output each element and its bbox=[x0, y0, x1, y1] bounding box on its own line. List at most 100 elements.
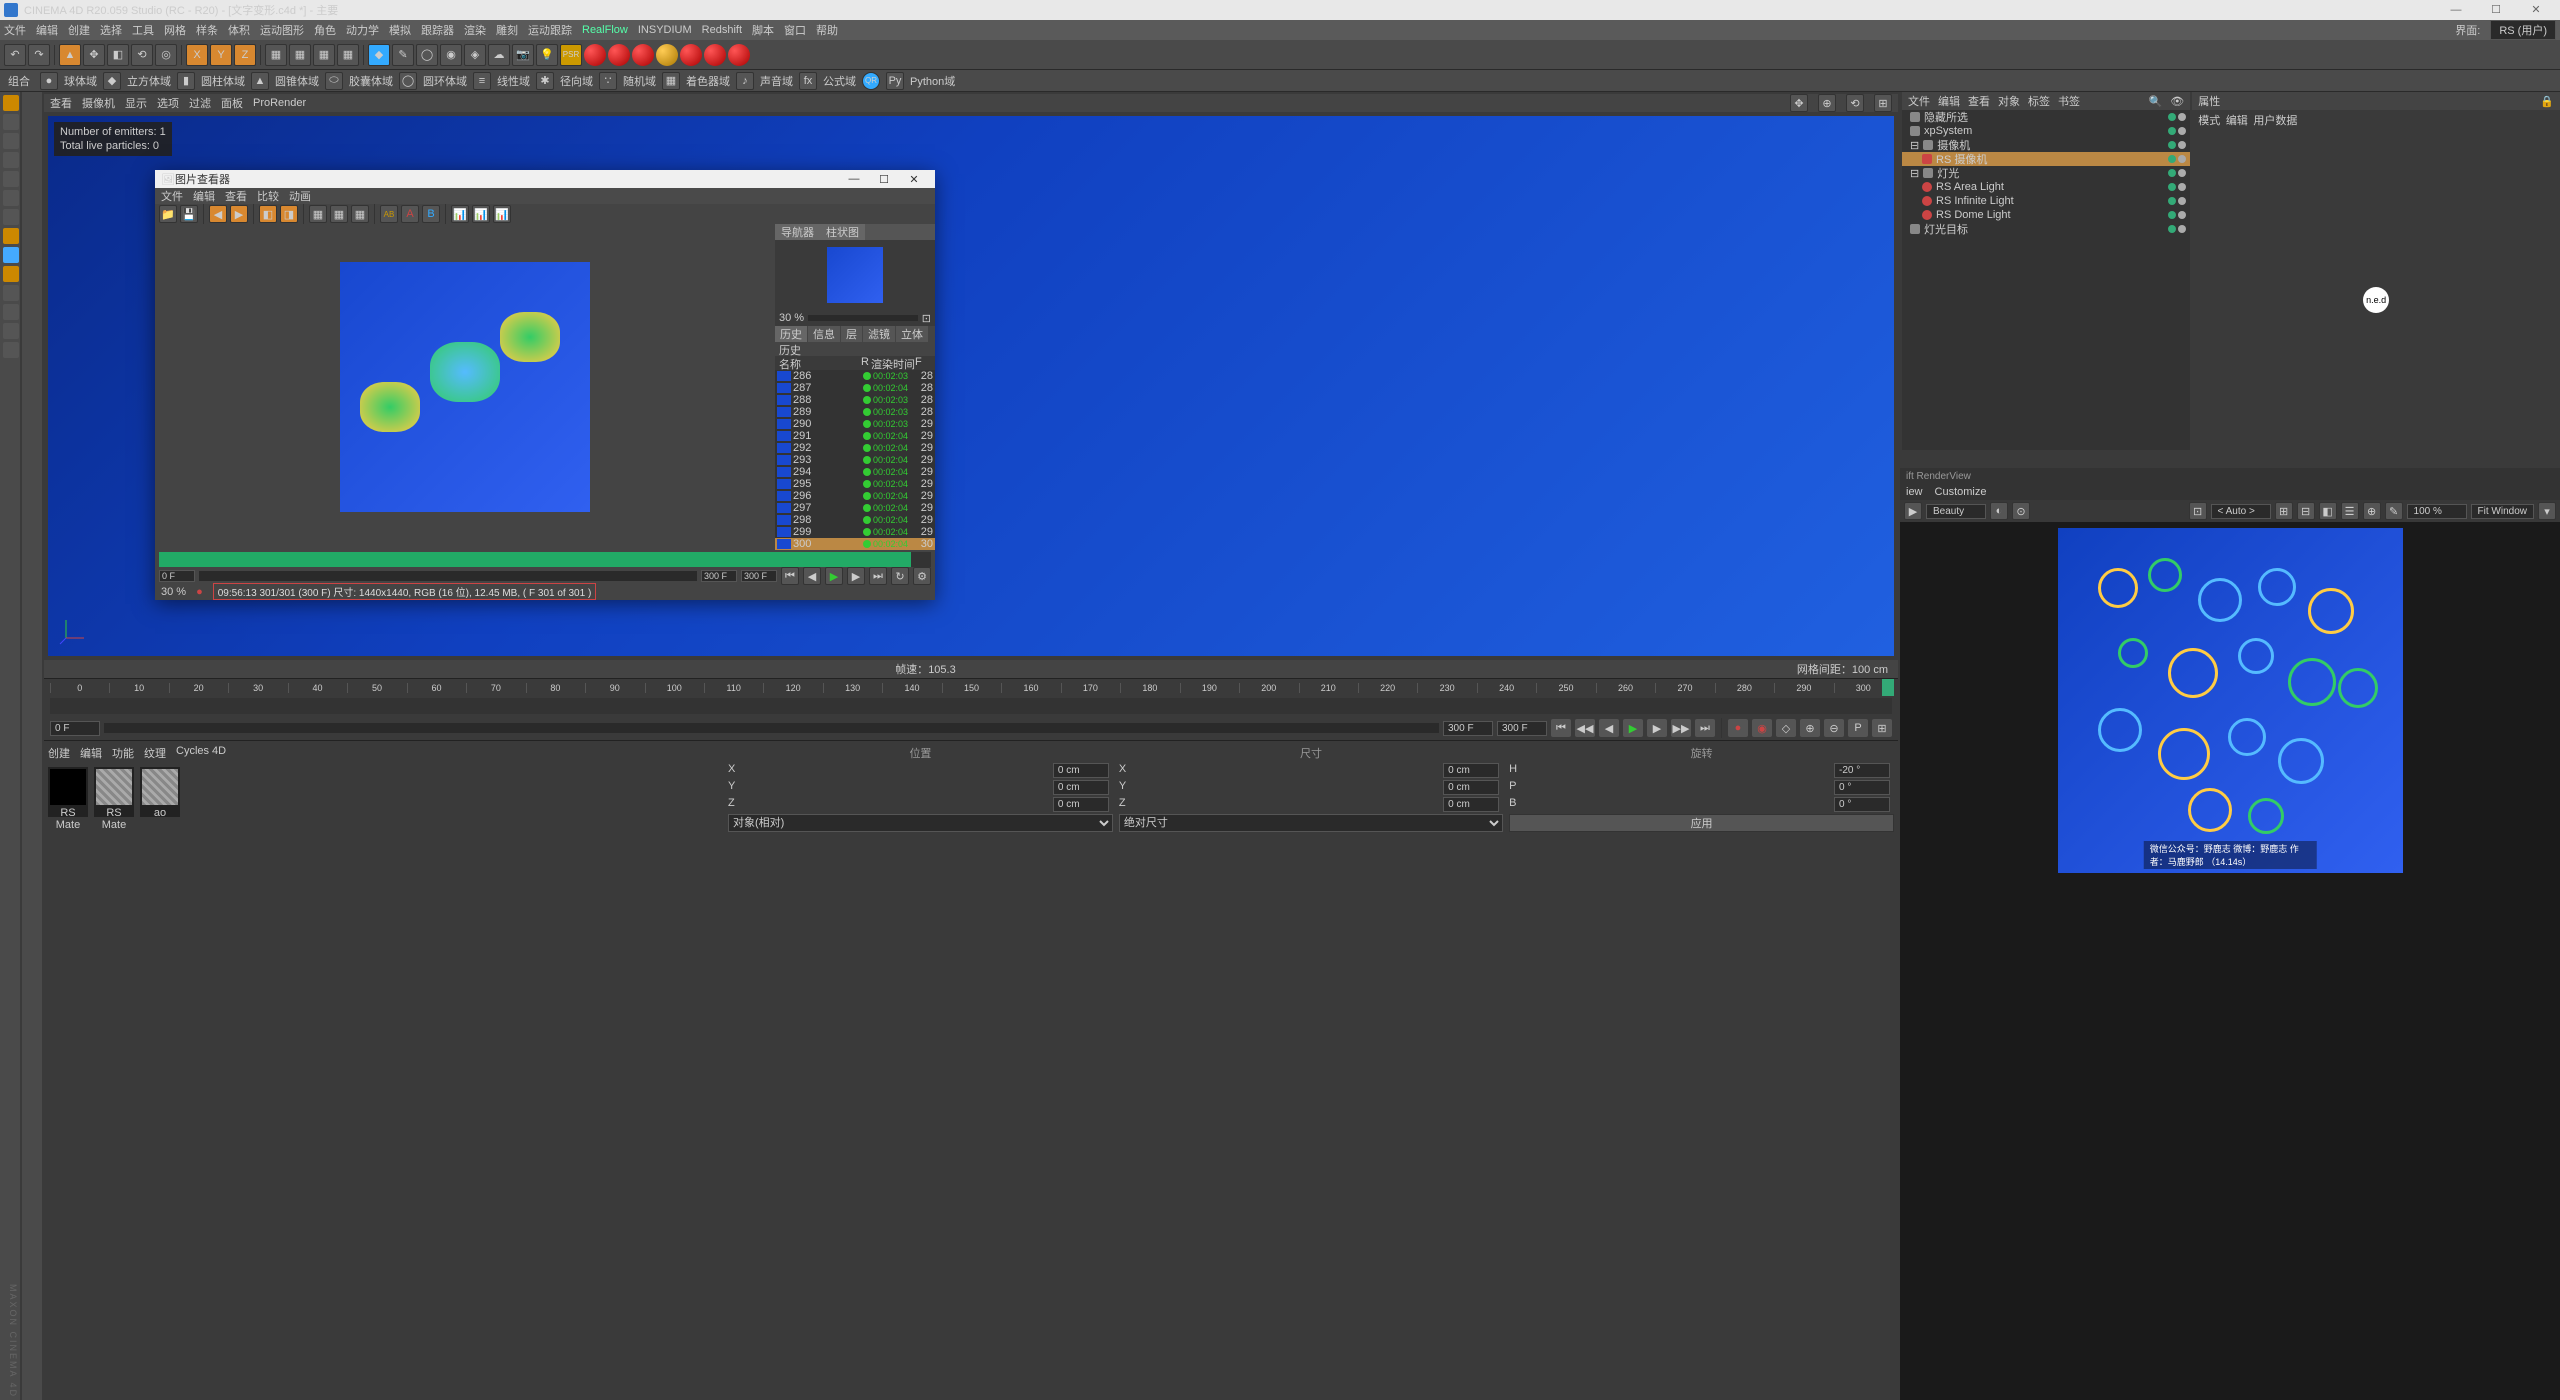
pv-nav-icon[interactable]: ◀ bbox=[209, 205, 227, 223]
menu-item[interactable]: 渲染 bbox=[464, 22, 486, 38]
start-frame-input[interactable] bbox=[50, 721, 100, 736]
python-field-icon[interactable]: Py bbox=[886, 72, 904, 90]
snap-icon[interactable] bbox=[3, 247, 19, 263]
pv-end-input[interactable] bbox=[701, 570, 737, 582]
vis-dot[interactable] bbox=[2168, 169, 2176, 177]
light-icon[interactable]: 💡 bbox=[536, 44, 558, 66]
history-row[interactable]: 29800:02:0429 bbox=[775, 514, 935, 526]
pv-minimize[interactable]: — bbox=[839, 173, 869, 185]
pv-filter-icon[interactable]: ▦ bbox=[330, 205, 348, 223]
rs-icon[interactable] bbox=[704, 44, 726, 66]
history-row[interactable]: 28600:02:0328 bbox=[775, 370, 935, 382]
deformer-icon[interactable]: ◈ bbox=[464, 44, 486, 66]
pv-close[interactable]: ✕ bbox=[899, 173, 929, 186]
menu-item[interactable]: 雕刻 bbox=[496, 22, 518, 38]
coord-mode-combo[interactable]: 对象(相对) bbox=[728, 814, 1113, 832]
timeline-scrollbar[interactable] bbox=[50, 698, 1892, 714]
rv-icon[interactable]: ◐ bbox=[1990, 502, 2008, 520]
menu-item[interactable]: 编辑 bbox=[36, 22, 58, 38]
vis-dot[interactable] bbox=[2168, 183, 2176, 191]
menu-item[interactable]: 创建 bbox=[68, 22, 90, 38]
cube-icon[interactable]: ◆ bbox=[368, 44, 390, 66]
radial-field-icon[interactable]: ✱ bbox=[536, 72, 554, 90]
size-mode-combo[interactable]: 绝对尺寸 bbox=[1119, 814, 1503, 832]
tool-icon[interactable] bbox=[3, 342, 19, 358]
key-opt-icon[interactable]: P bbox=[1848, 719, 1868, 737]
rot-b-input[interactable] bbox=[1834, 797, 1890, 812]
pv-maximize[interactable]: ☐ bbox=[869, 173, 899, 186]
key-opt-icon[interactable]: ◇ bbox=[1776, 719, 1796, 737]
rv-icon[interactable]: ⊕ bbox=[2363, 502, 2381, 520]
pv-ab-icon[interactable]: AB bbox=[380, 205, 398, 223]
history-row[interactable]: 29400:02:0429 bbox=[775, 466, 935, 478]
key-opt-icon[interactable]: ⊕ bbox=[1800, 719, 1820, 737]
key-opt-icon[interactable]: ⊞ bbox=[1872, 719, 1892, 737]
spline-icon[interactable]: ✎ bbox=[392, 44, 414, 66]
lock-icon[interactable]: 🔒 bbox=[2540, 95, 2554, 108]
menu-item[interactable]: RealFlow bbox=[582, 24, 628, 36]
model-mode-icon[interactable] bbox=[3, 95, 19, 111]
texture-mode-icon[interactable] bbox=[3, 209, 19, 225]
move-tool-icon[interactable]: ✥ bbox=[83, 44, 105, 66]
pv-start-input[interactable] bbox=[159, 570, 195, 582]
pv-range-slider[interactable] bbox=[199, 571, 697, 581]
view-nav-icon[interactable]: ✥ bbox=[1790, 94, 1808, 112]
vis-dot[interactable] bbox=[2168, 197, 2176, 205]
render-settings-icon[interactable]: ▦ bbox=[313, 44, 335, 66]
menu-item[interactable]: 运动图形 bbox=[260, 22, 304, 38]
vis-dot[interactable] bbox=[2168, 211, 2176, 219]
pv-compare-icon[interactable]: ◧ bbox=[259, 205, 277, 223]
rotate-tool-icon[interactable]: ⟲ bbox=[131, 44, 153, 66]
rv-icon[interactable]: ⊡ bbox=[2189, 502, 2207, 520]
menu-item[interactable]: 网格 bbox=[164, 22, 186, 38]
vis-dot[interactable] bbox=[2178, 197, 2186, 205]
pv-filter-icon[interactable]: ▦ bbox=[351, 205, 369, 223]
vis-dot[interactable] bbox=[2178, 211, 2186, 219]
qr-icon[interactable]: QR bbox=[862, 72, 880, 90]
rot-p-input[interactable] bbox=[1834, 780, 1890, 795]
axis-x-icon[interactable]: X bbox=[186, 44, 208, 66]
menu-item[interactable]: 动力学 bbox=[346, 22, 379, 38]
window-close[interactable]: ✕ bbox=[2516, 0, 2556, 20]
fit-combo[interactable]: Fit Window bbox=[2471, 504, 2534, 519]
vis-dot[interactable] bbox=[2168, 225, 2176, 233]
tool-icon[interactable] bbox=[3, 304, 19, 320]
pv-save-icon[interactable]: 💾 bbox=[180, 205, 198, 223]
pv-history-list[interactable]: 28600:02:032828700:02:042828800:02:03282… bbox=[775, 370, 935, 550]
vis-dot[interactable] bbox=[2178, 169, 2186, 177]
point-mode-icon[interactable] bbox=[3, 152, 19, 168]
cone-field-icon[interactable]: ▲ bbox=[251, 72, 269, 90]
record-icon[interactable]: ● bbox=[1728, 719, 1748, 737]
object-row[interactable]: RS 摄像机 bbox=[1902, 152, 2190, 166]
object-tree[interactable]: 隐藏所选xpSystem⊟摄像机RS 摄像机⊟灯光RS Area LightRS… bbox=[1902, 110, 2190, 450]
vis-dot[interactable] bbox=[2168, 141, 2176, 149]
next-key-icon[interactable]: ▶▶ bbox=[1671, 719, 1691, 737]
menu-item[interactable]: 窗口 bbox=[784, 22, 806, 38]
rs-icon[interactable] bbox=[584, 44, 606, 66]
vis-dot[interactable] bbox=[2168, 127, 2176, 135]
pv-zoom-slider[interactable] bbox=[808, 315, 918, 321]
tweak-icon[interactable] bbox=[3, 228, 19, 244]
menu-item[interactable]: 样条 bbox=[196, 22, 218, 38]
tool-icon[interactable] bbox=[3, 285, 19, 301]
object-row[interactable]: RS Infinite Light bbox=[1902, 194, 2190, 208]
size-y-input[interactable] bbox=[1443, 780, 1499, 795]
object-row[interactable]: 隐藏所选 bbox=[1902, 110, 2190, 124]
material-swatch[interactable]: ao bbox=[140, 767, 180, 817]
pv-hist-icon[interactable]: 📊 bbox=[493, 205, 511, 223]
current-frame-input[interactable] bbox=[1497, 721, 1547, 736]
view-nav-icon[interactable]: ⊞ bbox=[1874, 94, 1892, 112]
menu-item[interactable]: 模拟 bbox=[389, 22, 411, 38]
rs-icon[interactable] bbox=[656, 44, 678, 66]
rv-icon[interactable]: ◧ bbox=[2319, 502, 2337, 520]
prev-key-icon[interactable]: ◀◀ bbox=[1575, 719, 1595, 737]
render-icon[interactable]: ▦ bbox=[265, 44, 287, 66]
history-row[interactable]: 28900:02:0328 bbox=[775, 406, 935, 418]
vis-dot[interactable] bbox=[2178, 183, 2186, 191]
goto-end-icon[interactable]: ⏭ bbox=[1695, 719, 1715, 737]
torus-field-icon[interactable]: ◯ bbox=[399, 72, 417, 90]
pv-a-icon[interactable]: A bbox=[401, 205, 419, 223]
object-row[interactable]: ⊟灯光 bbox=[1902, 166, 2190, 180]
pv-image-area[interactable] bbox=[155, 224, 775, 550]
field-label[interactable]: 组合 bbox=[4, 73, 34, 89]
